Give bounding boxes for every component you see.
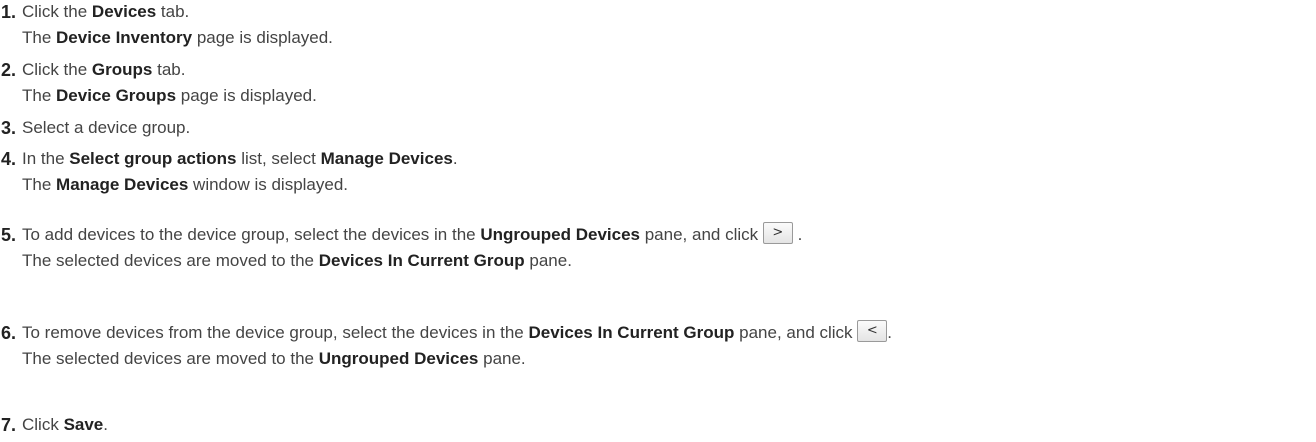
step-number: 3. [1, 118, 17, 138]
ui-term: Manage Devices [320, 149, 453, 168]
ui-term: Devices In Current Group [318, 251, 525, 270]
step-instruction: Click the Devices tab. [22, 2, 190, 21]
step-result: The selected devices are moved to the De… [22, 251, 572, 270]
step-instruction: Select a device group. [22, 118, 191, 137]
move-left-button-icon: < [857, 319, 888, 342]
ui-term: Select group actions [69, 149, 237, 168]
step-instruction: In the Select group actions list, select… [22, 149, 458, 168]
step-instruction: To remove devices from the device group,… [22, 319, 892, 345]
step-result: The Manage Devices window is displayed. [22, 175, 349, 194]
step-result: The Device Groups page is displayed. [22, 86, 317, 105]
step-result: The selected devices are moved to the Un… [22, 349, 526, 368]
step-result: The Device Inventory page is displayed. [22, 28, 333, 47]
ui-term: Manage Devices [56, 175, 189, 194]
step-instruction: Click Save. [22, 415, 108, 434]
ui-term: Save [63, 415, 104, 434]
ui-term: Device Inventory [56, 28, 193, 47]
step-number: 2. [1, 60, 17, 80]
step-number: 1. [1, 2, 17, 22]
ui-term: Device Groups [56, 86, 177, 105]
step-instruction: Click the Groups tab. [22, 60, 186, 79]
step-instruction: To add devices to the device group, sele… [22, 221, 802, 247]
ui-term: Devices In Current Group [528, 323, 735, 342]
ui-term: Groups [91, 60, 153, 79]
step-number: 7. [1, 415, 17, 435]
ui-term: Ungrouped Devices [318, 349, 479, 368]
ui-term: Ungrouped Devices [480, 225, 640, 244]
step-number: 4. [1, 149, 17, 169]
ui-term: Devices [91, 2, 157, 21]
step-number: 5. [1, 225, 17, 245]
step-number: 6. [1, 323, 17, 343]
move-right-button-icon: > [762, 221, 793, 244]
